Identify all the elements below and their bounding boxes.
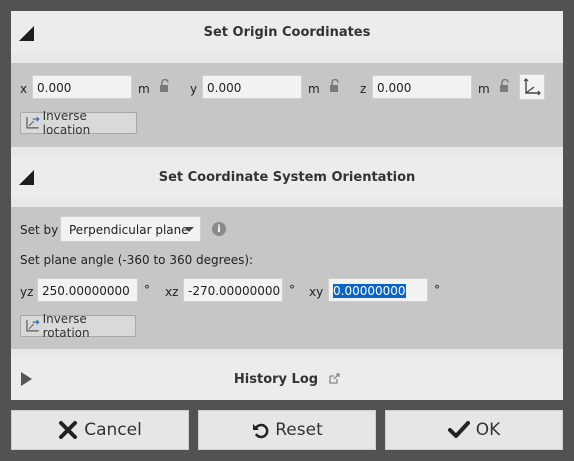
set-by-label: Set by bbox=[20, 223, 59, 237]
ok-button[interactable]: OK bbox=[385, 410, 563, 450]
axes-icon bbox=[523, 78, 541, 96]
external-link-icon[interactable] bbox=[328, 373, 340, 385]
unlock-icon[interactable] bbox=[158, 79, 172, 93]
yz-label: yz bbox=[20, 285, 34, 299]
orientation-title: Set Coordinate System Orientation bbox=[158, 169, 416, 185]
reset-label: Reset bbox=[275, 420, 323, 440]
z-input[interactable]: 0.000 bbox=[372, 75, 472, 99]
degree-symbol: ° bbox=[144, 283, 150, 297]
xy-selected-text: 0.00000000 bbox=[333, 284, 406, 298]
y-unit: m bbox=[308, 82, 320, 96]
x-unit: m bbox=[138, 82, 150, 96]
y-input[interactable]: 0.000 bbox=[202, 75, 302, 99]
axes-pick-button[interactable] bbox=[519, 74, 545, 100]
expand-triangle-icon[interactable] bbox=[21, 372, 32, 386]
origin-body: x 0.000 m y 0.000 m z 0.000 m Inverse lo… bbox=[11, 63, 563, 147]
xy-input[interactable]: 0.00000000 bbox=[328, 278, 428, 302]
xz-input[interactable]: -270.00000000 bbox=[183, 278, 283, 302]
close-icon bbox=[59, 421, 78, 439]
chevron-down-icon bbox=[184, 227, 194, 232]
divider bbox=[11, 198, 563, 207]
divider bbox=[11, 147, 563, 156]
z-unit: m bbox=[478, 82, 490, 96]
yz-input[interactable]: 250.00000000 bbox=[37, 278, 138, 302]
inverse-location-button[interactable]: Inverse location bbox=[20, 109, 137, 137]
history-header[interactable]: History Log bbox=[11, 358, 563, 400]
ok-label: OK bbox=[475, 420, 501, 440]
undo-icon bbox=[253, 423, 269, 439]
divider bbox=[11, 349, 563, 358]
x-input[interactable]: 0.000 bbox=[32, 75, 132, 99]
degree-symbol: ° bbox=[434, 283, 440, 297]
inverse-rotation-button[interactable]: Inverse rotation bbox=[20, 312, 136, 340]
orientation-header[interactable]: Set Coordinate System Orientation bbox=[11, 156, 563, 198]
y-label: y bbox=[190, 82, 198, 96]
origin-title: Set Origin Coordinates bbox=[203, 24, 371, 40]
set-by-dropdown[interactable]: Perpendicular plane bbox=[60, 216, 201, 242]
origin-header[interactable]: Set Origin Coordinates bbox=[11, 11, 563, 53]
xy-label: xy bbox=[309, 285, 324, 299]
collapse-triangle-icon[interactable] bbox=[19, 170, 34, 185]
degree-symbol: ° bbox=[289, 283, 295, 297]
cancel-button[interactable]: Cancel bbox=[11, 410, 189, 450]
cancel-label: Cancel bbox=[84, 420, 142, 440]
inverse-rotation-label: Inverse rotation bbox=[42, 312, 90, 340]
unlock-icon[interactable] bbox=[498, 79, 512, 93]
z-label: z bbox=[360, 82, 367, 96]
history-title: History Log bbox=[233, 371, 319, 387]
angle-label: Set plane angle (-360 to 360 degrees): bbox=[20, 253, 254, 267]
divider bbox=[11, 53, 563, 63]
unlock-icon[interactable] bbox=[328, 79, 342, 93]
checkmark-icon bbox=[447, 421, 470, 438]
set-by-value: Perpendicular plane bbox=[69, 223, 189, 237]
reset-button[interactable]: Reset bbox=[198, 410, 376, 450]
inverse-axes-icon bbox=[26, 319, 40, 332]
collapse-triangle-icon[interactable] bbox=[19, 26, 34, 41]
xz-label: xz bbox=[165, 285, 179, 299]
inverse-location-label: Inverse location bbox=[42, 109, 91, 137]
orientation-body: Set by Perpendicular plane i Set plane a… bbox=[11, 207, 563, 349]
info-icon[interactable]: i bbox=[212, 222, 226, 236]
x-label: x bbox=[20, 82, 28, 96]
inverse-axes-icon bbox=[26, 116, 40, 129]
